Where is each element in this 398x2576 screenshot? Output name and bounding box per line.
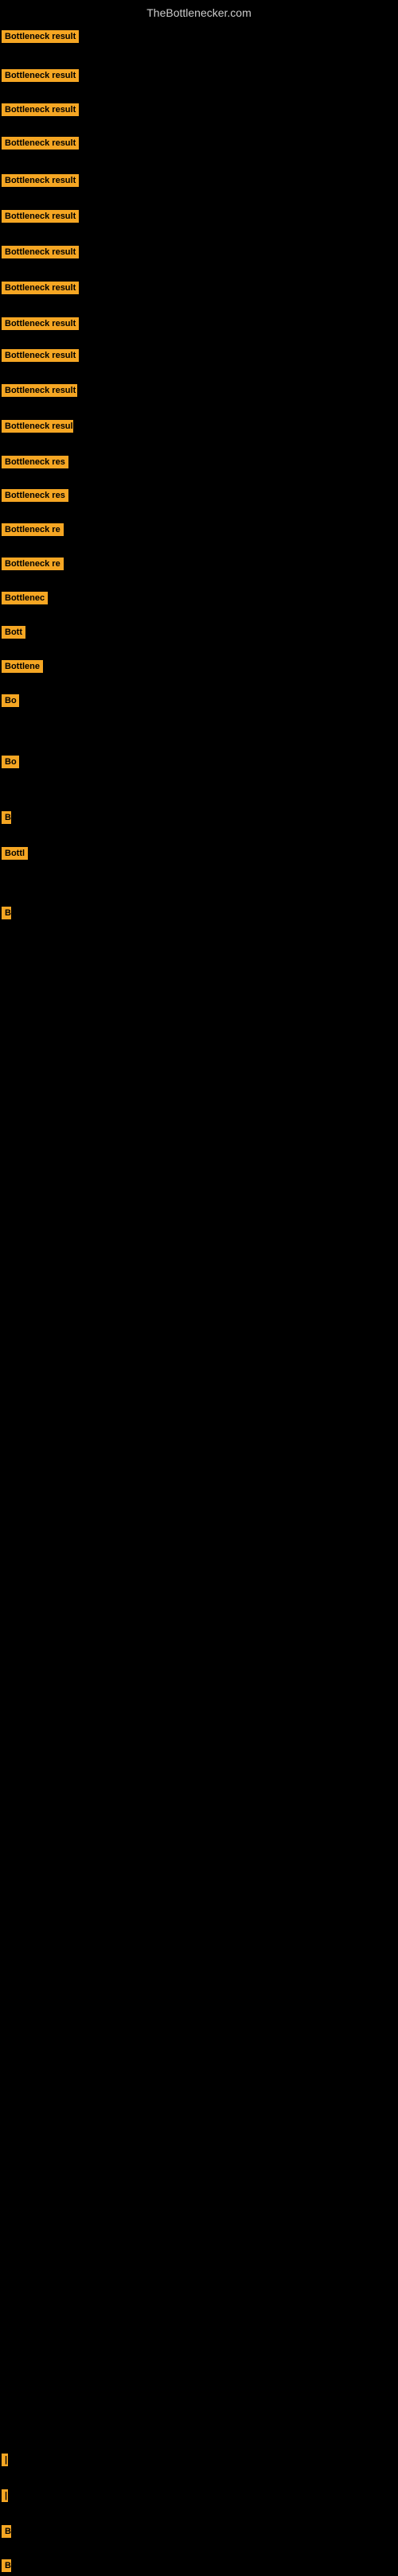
bottleneck-row: Bottlene: [2, 660, 43, 677]
bottleneck-label: Bottleneck result: [2, 69, 79, 82]
bottleneck-label: |: [2, 2489, 8, 2502]
bottleneck-label: Bottleneck result: [2, 384, 77, 397]
bottleneck-row: Bottleneck result: [2, 210, 79, 227]
bottleneck-row: Bottleneck resul: [2, 420, 73, 437]
bottleneck-label: Bottl: [2, 847, 28, 860]
bottleneck-label: Bottleneck result: [2, 317, 79, 330]
bottleneck-row: B: [2, 2559, 11, 2576]
bottleneck-label: B: [2, 2559, 11, 2572]
bottleneck-label: Bottleneck res: [2, 456, 68, 468]
bottleneck-label: Bottleneck resul: [2, 420, 73, 433]
bottleneck-label: Bottlenec: [2, 592, 48, 604]
bottleneck-row: Bottleneck result: [2, 69, 79, 86]
bottleneck-label: B: [2, 907, 11, 919]
bottleneck-row: Bottleneck result: [2, 282, 79, 298]
bottleneck-label: Bo: [2, 756, 19, 768]
bottleneck-row: Bottleneck result: [2, 174, 79, 191]
bottleneck-label: Bottleneck result: [2, 246, 79, 258]
bottleneck-row: Bottleneck re: [2, 523, 64, 540]
bottleneck-row: Bottleneck res: [2, 456, 68, 472]
bottleneck-label: Bottleneck result: [2, 103, 79, 116]
bottleneck-row: |: [2, 2454, 8, 2470]
bottleneck-label: Bottleneck result: [2, 282, 79, 294]
bottleneck-label: |: [2, 2454, 8, 2466]
bottleneck-label: Bottlene: [2, 660, 43, 673]
bottleneck-row: Bottleneck result: [2, 349, 79, 366]
bottleneck-label: Bottleneck re: [2, 523, 64, 536]
bottleneck-row: Bottlenec: [2, 592, 48, 608]
bottleneck-label: Bottleneck result: [2, 349, 79, 362]
bottleneck-row: Bottleneck res: [2, 489, 68, 506]
bottleneck-row: Bottleneck re: [2, 558, 64, 574]
bottleneck-row: Bo: [2, 756, 19, 772]
bottleneck-row: B: [2, 907, 11, 923]
bottleneck-row: |: [2, 2489, 8, 2506]
bottleneck-label: Bottleneck result: [2, 137, 79, 150]
bottleneck-row: Bottleneck result: [2, 246, 79, 262]
bottleneck-label: Bottleneck res: [2, 489, 68, 502]
bottleneck-row: Bottl: [2, 847, 28, 864]
bottleneck-row: Bottleneck result: [2, 137, 79, 153]
bottleneck-label: B: [2, 811, 11, 824]
bottleneck-label: Bottleneck result: [2, 30, 79, 43]
bottleneck-row: Bottleneck result: [2, 317, 79, 334]
bottleneck-label: Bottleneck result: [2, 174, 79, 187]
bottleneck-label: Bo: [2, 694, 19, 707]
bottleneck-row: Bott: [2, 626, 25, 643]
bottleneck-label: B: [2, 2525, 11, 2538]
bottleneck-row: B: [2, 2525, 11, 2542]
bottleneck-row: Bo: [2, 694, 19, 711]
site-title: TheBottlenecker.com: [0, 0, 398, 25]
bottleneck-label: Bottleneck re: [2, 558, 64, 570]
bottleneck-row: Bottleneck result: [2, 384, 77, 401]
bottleneck-row: Bottleneck result: [2, 30, 79, 47]
bottleneck-row: B: [2, 811, 11, 828]
bottleneck-label: Bott: [2, 626, 25, 639]
bottleneck-row: Bottleneck result: [2, 103, 79, 120]
bottleneck-label: Bottleneck result: [2, 210, 79, 223]
